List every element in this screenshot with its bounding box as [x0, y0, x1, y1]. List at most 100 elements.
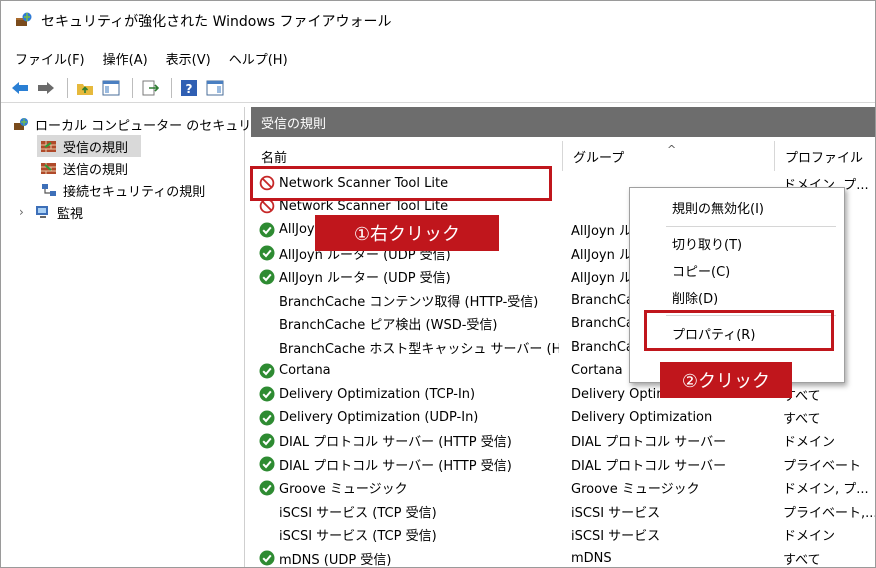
menu-separator: [666, 226, 836, 227]
menu-action[interactable]: 操作(A): [103, 49, 148, 68]
rule-name-cell: BranchCache コンテンツ取得 (HTTP-受信): [259, 288, 559, 312]
panel-header: 受信の規則: [251, 107, 875, 137]
rule-profile-cell: ドメイン: [783, 435, 836, 451]
column-name-label: 名前: [261, 150, 288, 166]
rule-name: Cortana: [279, 363, 331, 379]
table-row[interactable]: Groove ミュージック Groove ミュージック ドメイン, プ...: [251, 476, 875, 500]
tree-item-inbound-rules[interactable]: 受信の規則: [37, 135, 141, 157]
allow-check-icon: [259, 245, 275, 261]
export-list-button[interactable]: [139, 77, 161, 99]
toolbar-separator: [67, 77, 68, 98]
folder-up-icon: [77, 83, 93, 95]
rule-group-cell: DIAL プロトコル サーバー: [571, 435, 727, 451]
panel-title: 受信の規則: [261, 116, 327, 132]
tree-root-label: ローカル コンピューター のセキュリティ: [35, 118, 277, 134]
rule-name-cell: mDNS (UDP 受信): [259, 546, 559, 568]
rule-name-cell: Delivery Optimization (TCP-In): [259, 382, 559, 406]
allow-check-icon: [259, 363, 275, 379]
context-menu: 規則の無効化(I) 切り取り(T) コピー(C) 削除(D) プロパティ(R): [629, 187, 845, 383]
help-icon: ?: [181, 79, 197, 96]
window-title: セキュリティが強化された Windows ファイアウォール: [41, 14, 392, 30]
toolbar: ?: [1, 73, 875, 103]
rule-group-cell: Groove ミュージック: [571, 482, 700, 498]
outbound-rules-icon: [41, 161, 57, 175]
rule-profile-cell: すべて: [783, 412, 821, 427]
back-button[interactable]: [9, 77, 31, 99]
chevron-right-icon[interactable]: ›: [19, 205, 35, 219]
rule-profile-cell: ドメイン: [783, 529, 836, 545]
menu-item-delete[interactable]: 削除(D): [630, 284, 844, 310]
tree-item-monitoring[interactable]: › 監視: [19, 201, 83, 223]
rule-profile-cell: ドメイン, プ...: [783, 482, 869, 498]
tree-item-label: 接続セキュリティの規則: [63, 184, 206, 200]
rule-name-cell: AllJoyn ルーター (UDP 受信): [259, 265, 559, 289]
table-row[interactable]: iSCSI サービス (TCP 受信) iSCSI サービス ドメイン: [251, 523, 875, 547]
table-row[interactable]: iSCSI サービス (TCP 受信) iSCSI サービス プライベート,...: [251, 499, 876, 523]
title-bar: セキュリティが強化された Windows ファイアウォール: [1, 1, 875, 41]
table-row[interactable]: DIAL プロトコル サーバー (HTTP 受信) DIAL プロトコル サーバー…: [251, 452, 875, 476]
console-tree: ローカル コンピューター のセキュリティ 受信の規則 送信の規則 接続セキュリテ…: [1, 107, 277, 567]
menu-file[interactable]: ファイル(F): [15, 49, 85, 68]
rule-name: Delivery Optimization (TCP-In): [279, 386, 476, 402]
help-button[interactable]: ?: [178, 77, 200, 99]
rule-profile-cell: プライベート,...: [783, 505, 876, 521]
rule-name: BranchCache ホスト型キャッシュ サーバー (HT...: [279, 341, 559, 357]
highlight-box-rule: [250, 166, 552, 201]
table-row[interactable]: mDNS (UDP 受信) mDNS すべて: [251, 546, 875, 568]
up-folder-button[interactable]: [74, 77, 96, 99]
show-hide-tree-button[interactable]: [100, 77, 122, 99]
rule-group-cell: mDNS: [571, 550, 612, 566]
allow-check-icon: [259, 456, 275, 472]
inbound-rules-icon: [41, 139, 57, 153]
rule-profile-cell: すべて: [783, 388, 821, 404]
table-row[interactable]: Delivery Optimization (UDP-In) Delivery O…: [251, 406, 875, 430]
toolbar-separator: [132, 77, 133, 98]
rule-name-cell: BranchCache ピア検出 (WSD-受信): [259, 312, 559, 336]
menu-item-cut[interactable]: 切り取り(T): [630, 230, 844, 256]
rule-name: AllJoyn ルーター (UDP 受信): [279, 271, 451, 287]
tree-item-label: 監視: [57, 206, 84, 222]
callout-click: ②クリック: [660, 362, 792, 398]
tree-item-connection-security[interactable]: 接続セキュリティの規則: [41, 179, 205, 201]
allow-check-icon: [259, 386, 275, 402]
tree-item-outbound-rules[interactable]: 送信の規則: [41, 157, 128, 179]
sort-ascending-icon: ^: [667, 143, 677, 156]
rule-name-cell: iSCSI サービス (TCP 受信): [259, 523, 559, 547]
rule-name: DIAL プロトコル サーバー (HTTP 受信): [279, 435, 512, 451]
toolbar-separator: [171, 77, 172, 98]
monitor-icon: [35, 205, 51, 219]
menu-view[interactable]: 表示(V): [166, 49, 211, 68]
forward-arrow-icon: [38, 81, 54, 94]
rule-group-cell: DIAL プロトコル サーバー: [571, 458, 727, 474]
rule-name: Groove ミュージック: [279, 482, 408, 498]
menu-help[interactable]: ヘルプ(H): [229, 49, 288, 68]
allow-check-icon: [259, 550, 275, 566]
allow-check-icon: [259, 480, 275, 496]
show-action-pane-button[interactable]: [204, 77, 226, 99]
rule-name-cell: iSCSI サービス (TCP 受信): [259, 499, 559, 523]
forward-button[interactable]: [35, 77, 57, 99]
rule-profile-cell: プライベート: [783, 458, 862, 474]
rule-name-cell: Cortana: [259, 359, 559, 383]
menu-bar: ファイル(F) 操作(A) 表示(V) ヘルプ(H): [1, 45, 306, 71]
rule-name: iSCSI サービス (TCP 受信): [279, 505, 437, 521]
firewall-app-icon: [15, 11, 33, 31]
rule-name-cell: DIAL プロトコル サーバー (HTTP 受信): [259, 452, 559, 476]
tree-item-label: 送信の規則: [63, 162, 129, 178]
column-header-profile[interactable]: プロファイル: [775, 141, 875, 171]
menu-item-copy[interactable]: コピー(C): [630, 257, 844, 283]
rule-name-cell: Delivery Optimization (UDP-In): [259, 406, 559, 430]
menu-item-disable-rule[interactable]: 規則の無効化(I): [630, 194, 844, 220]
rule-name: Delivery Optimization (UDP-In): [279, 410, 479, 425]
rule-group-cell: Delivery Optimization: [571, 410, 713, 425]
table-row[interactable]: DIAL プロトコル サーバー (HTTP 受信) DIAL プロトコル サーバー…: [251, 429, 875, 453]
rule-group-cell: iSCSI サービス: [571, 529, 661, 545]
back-arrow-icon: [12, 81, 28, 94]
console-tree-icon: [102, 80, 120, 95]
allow-check-icon: [259, 222, 275, 238]
tree-root[interactable]: ローカル コンピューター のセキュリティ: [13, 113, 277, 135]
connection-security-icon: [41, 183, 57, 197]
rule-name: mDNS (UDP 受信): [279, 552, 392, 568]
firewall-computer-icon: [13, 117, 29, 131]
rule-name: iSCSI サービス (TCP 受信): [279, 529, 437, 545]
